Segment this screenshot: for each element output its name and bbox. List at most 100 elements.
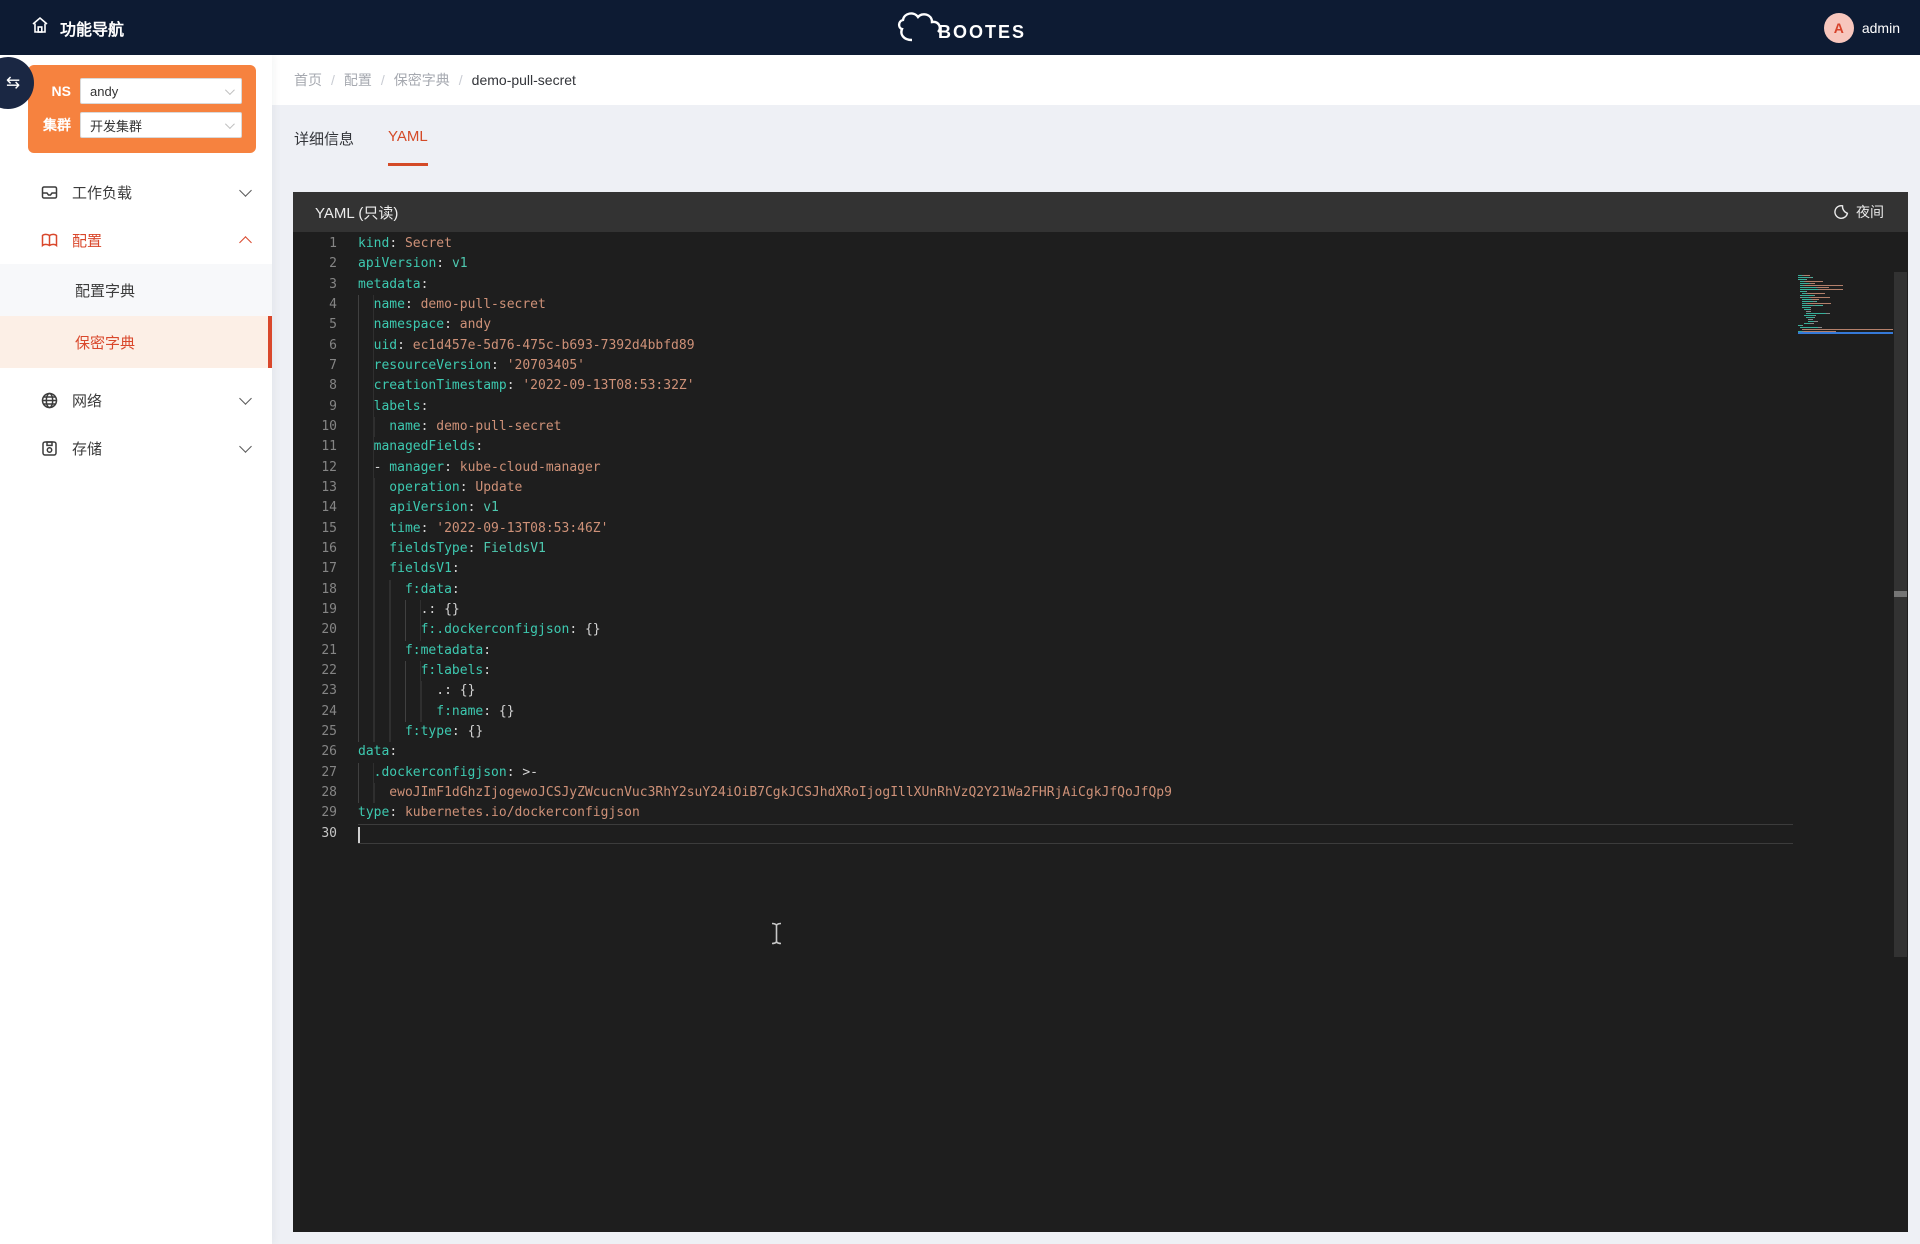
sidebar-item-label: 网络 bbox=[72, 390, 102, 411]
breadcrumb-separator: / bbox=[331, 72, 335, 88]
user-menu[interactable]: A admin bbox=[1824, 0, 1900, 55]
code-token: : bbox=[421, 275, 429, 295]
chevron-down-icon bbox=[239, 440, 252, 453]
namespace-select[interactable]: andy bbox=[80, 78, 242, 104]
code-token: f:type bbox=[405, 722, 452, 742]
code-line-8[interactable]: 8creationTimestamp: '2022-09-13T08:53:32… bbox=[293, 376, 1908, 396]
code-token: data bbox=[358, 742, 389, 762]
indent-guides bbox=[358, 498, 389, 518]
tab-details[interactable]: 详细信息 bbox=[294, 128, 354, 166]
code-line-9[interactable]: 9labels: bbox=[293, 397, 1908, 417]
code-token: : bbox=[421, 397, 429, 417]
editor-minimap[interactable] bbox=[1798, 272, 1893, 472]
code-token: : bbox=[483, 641, 491, 661]
line-number: 10 bbox=[293, 417, 358, 437]
sidebar-item-configmap[interactable]: 配置字典 bbox=[0, 264, 272, 316]
sidebar-subitem-label: 保密字典 bbox=[75, 332, 135, 353]
code-token: : bbox=[389, 234, 405, 254]
code-token: : bbox=[452, 580, 460, 600]
code-line-16[interactable]: 16fieldsType: FieldsV1 bbox=[293, 539, 1908, 559]
code-token: : {} bbox=[452, 722, 483, 742]
sidebar-item-network[interactable]: 网络 bbox=[0, 376, 272, 424]
nav-menu-label: 功能导航 bbox=[60, 16, 124, 40]
breadcrumb-separator: / bbox=[459, 72, 463, 88]
code-line-3[interactable]: 3metadata: bbox=[293, 275, 1908, 295]
nav-menu-button[interactable]: 功能导航 bbox=[0, 15, 124, 40]
code-token: FieldsV1 bbox=[483, 539, 546, 559]
breadcrumb: 首页 / 配置 / 保密字典 / demo-pull-secret bbox=[272, 55, 1920, 105]
yaml-code-area[interactable]: 1kind: Secret2apiVersion: v13metadata:4n… bbox=[293, 232, 1908, 844]
code-line-28[interactable]: 28ewoJImF1dGhzIjogewoJCSJyZWcucnVuc3RhY2… bbox=[293, 783, 1908, 803]
code-token: : {} bbox=[569, 620, 600, 640]
cluster-value: 开发集群 bbox=[90, 116, 142, 135]
code-line-20[interactable]: 20f:.dockerconfigjson: {} bbox=[293, 620, 1908, 640]
line-number: 4 bbox=[293, 295, 358, 315]
chevron-down-icon bbox=[239, 184, 252, 197]
breadcrumb-home[interactable]: 首页 bbox=[294, 70, 322, 90]
code-token: name bbox=[374, 295, 405, 315]
indent-guides bbox=[358, 519, 389, 539]
code-line-29[interactable]: 29type: kubernetes.io/dockerconfigjson bbox=[293, 803, 1908, 823]
code-token: f:name bbox=[436, 702, 483, 722]
code-line-23[interactable]: 23.: {} bbox=[293, 681, 1908, 701]
brand-logo: BOOTES bbox=[894, 0, 1026, 55]
line-number: 12 bbox=[293, 458, 358, 478]
indent-guides bbox=[358, 376, 374, 396]
code-line-7[interactable]: 7resourceVersion: '20703405' bbox=[293, 356, 1908, 376]
code-line-26[interactable]: 26data: bbox=[293, 742, 1908, 762]
code-token: ewoJImF1dGhzIjogewoJCSJyZWcucnVuc3RhY2su… bbox=[389, 783, 1172, 803]
code-token: namespace bbox=[374, 315, 444, 335]
line-number: 17 bbox=[293, 559, 358, 579]
code-line-17[interactable]: 17fieldsV1: bbox=[293, 559, 1908, 579]
code-line-11[interactable]: 11managedFields: bbox=[293, 437, 1908, 457]
code-line-15[interactable]: 15time: '2022-09-13T08:53:46Z' bbox=[293, 519, 1908, 539]
code-line-22[interactable]: 22f:labels: bbox=[293, 661, 1908, 681]
night-mode-toggle[interactable]: 夜间 bbox=[1833, 202, 1884, 222]
mouse-cursor-ibeam bbox=[770, 922, 783, 952]
code-line-1[interactable]: 1kind: Secret bbox=[293, 234, 1908, 254]
cluster-select[interactable]: 开发集群 bbox=[80, 112, 242, 138]
code-line-30[interactable]: 30 bbox=[293, 824, 1908, 844]
sidebar-item-storage[interactable]: 存储 bbox=[0, 424, 272, 472]
indent-guides bbox=[358, 559, 389, 579]
code-line-21[interactable]: 21f:metadata: bbox=[293, 641, 1908, 661]
code-line-6[interactable]: 6uid: ec1d457e-5d76-475c-b693-7392d4bbfd… bbox=[293, 336, 1908, 356]
breadcrumb-config[interactable]: 配置 bbox=[344, 70, 372, 90]
code-token: : bbox=[475, 437, 483, 457]
code-line-5[interactable]: 5namespace: andy bbox=[293, 315, 1908, 335]
code-line-18[interactable]: 18f:data: bbox=[293, 580, 1908, 600]
code-line-24[interactable]: 24f:name: {} bbox=[293, 702, 1908, 722]
code-token: : bbox=[468, 498, 484, 518]
code-token: : bbox=[405, 295, 421, 315]
code-line-27[interactable]: 27.dockerconfigjson: >- bbox=[293, 763, 1908, 783]
code-line-13[interactable]: 13operation: Update bbox=[293, 478, 1908, 498]
code-line-4[interactable]: 4name: demo-pull-secret bbox=[293, 295, 1908, 315]
code-token: : bbox=[460, 478, 476, 498]
code-token: - bbox=[374, 458, 390, 478]
tab-yaml[interactable]: YAML bbox=[388, 128, 428, 166]
editor-scrollbar-slider[interactable] bbox=[1894, 272, 1907, 957]
code-token: managedFields bbox=[374, 437, 476, 457]
code-token: kube-cloud-manager bbox=[460, 458, 601, 478]
code-token: : bbox=[397, 336, 413, 356]
indent-guides bbox=[358, 458, 374, 478]
code-token: '2022-09-13T08:53:46Z' bbox=[436, 519, 608, 539]
code-line-10[interactable]: 10name: demo-pull-secret bbox=[293, 417, 1908, 437]
code-token: : bbox=[421, 417, 437, 437]
code-token: : bbox=[491, 356, 507, 376]
code-token: '2022-09-13T08:53:32Z' bbox=[522, 376, 694, 396]
code-token: .dockerconfigjson bbox=[374, 763, 507, 783]
sidebar-item-config[interactable]: 配置 bbox=[0, 216, 272, 264]
code-line-19[interactable]: 19.: {} bbox=[293, 600, 1908, 620]
line-number: 26 bbox=[293, 742, 358, 762]
sidebar-item-label: 存储 bbox=[72, 438, 102, 459]
line-number: 16 bbox=[293, 539, 358, 559]
code-line-2[interactable]: 2apiVersion: v1 bbox=[293, 254, 1908, 274]
breadcrumb-secret-dict[interactable]: 保密字典 bbox=[394, 70, 450, 90]
code-line-14[interactable]: 14apiVersion: v1 bbox=[293, 498, 1908, 518]
sidebar-item-secret[interactable]: 保密字典 bbox=[0, 316, 272, 368]
code-line-25[interactable]: 25f:type: {} bbox=[293, 722, 1908, 742]
sidebar-item-workload[interactable]: 工作负载 bbox=[0, 168, 272, 216]
line-number: 15 bbox=[293, 519, 358, 539]
code-line-12[interactable]: 12- manager: kube-cloud-manager bbox=[293, 458, 1908, 478]
